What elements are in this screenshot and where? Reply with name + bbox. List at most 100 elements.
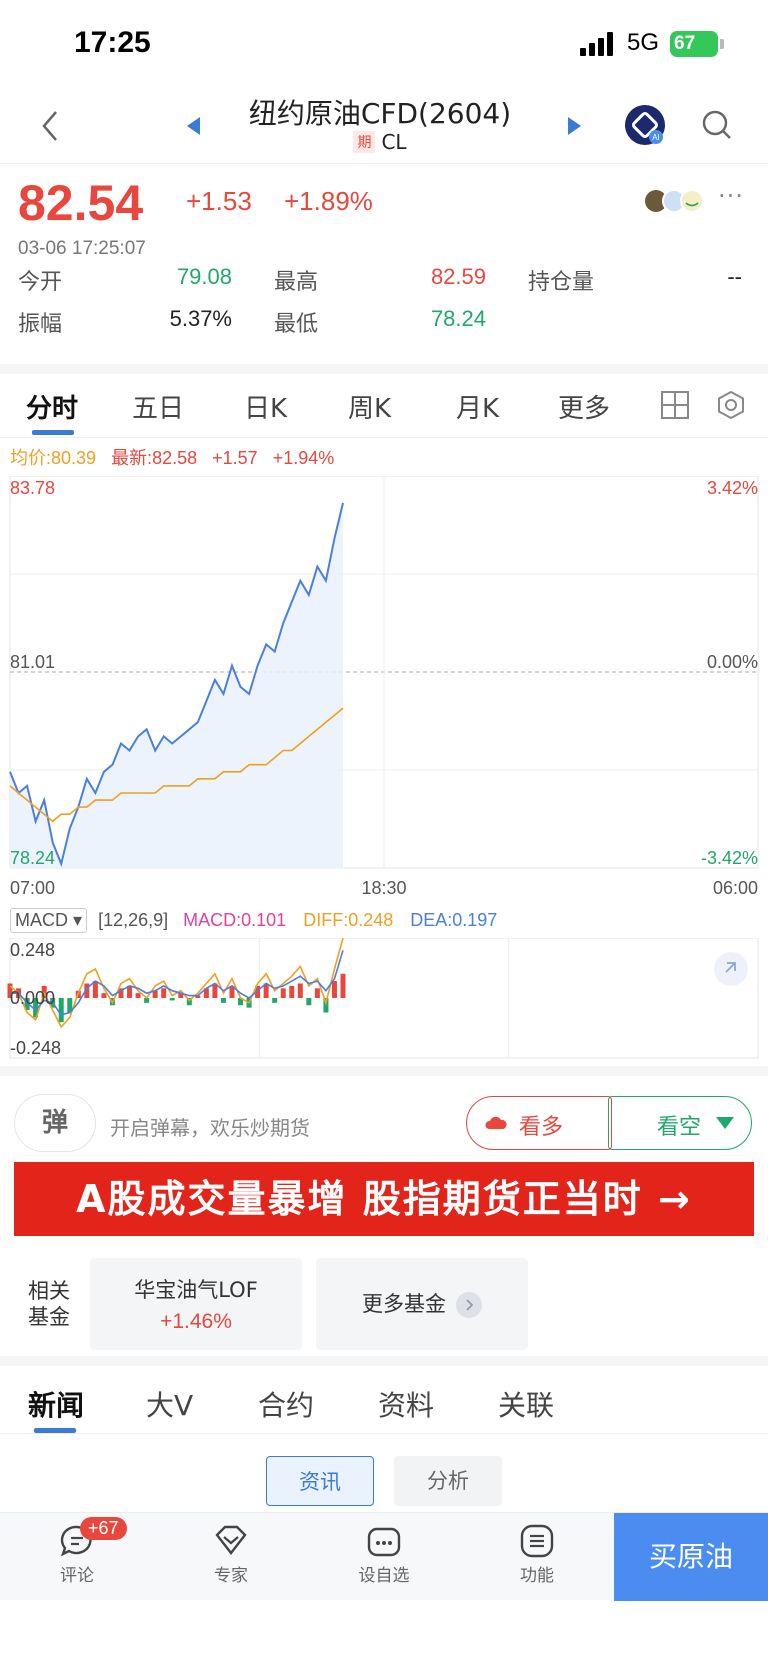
status-bar: 17:25 5G 67 — [0, 0, 768, 88]
x-tick-start: 07:00 — [10, 878, 55, 896]
macd-bar — [297, 983, 303, 998]
latest-price: 最新:82.58 — [111, 448, 198, 468]
user-avatars-icon[interactable] — [644, 186, 708, 216]
buy-button[interactable]: 买原油 — [614, 1513, 768, 1601]
y-tick-low: 78.24 — [10, 848, 55, 868]
futures-tag: 期 — [353, 131, 376, 153]
bearish-label: 看空 — [657, 1115, 702, 1140]
danmu-toggle[interactable]: 弹 — [14, 1094, 96, 1152]
status-time: 17:25 — [74, 26, 151, 59]
macd-chart[interactable]: 0.248 0.000 -0.248 — [0, 938, 768, 1060]
comment-badge: +67 — [80, 1517, 127, 1540]
svg-text:AI: AI — [652, 133, 660, 142]
stat-value-high: 82.59 — [430, 264, 486, 289]
bullish-button[interactable]: 看多 — [466, 1096, 612, 1150]
search-icon[interactable] — [700, 108, 734, 142]
menu-icon — [520, 1524, 554, 1558]
ai-assistant-icon[interactable]: AI — [624, 104, 666, 146]
stat-value-open: 79.08 — [176, 264, 232, 289]
stat-label-high: 最高 — [274, 270, 319, 295]
fund-card[interactable]: 华宝油气LOF +1.46% — [90, 1258, 302, 1350]
macd-bar — [340, 973, 346, 998]
price-area — [10, 502, 343, 868]
indicator-name: MACD — [15, 910, 68, 930]
tab-weekly-k[interactable]: 周K — [348, 388, 391, 425]
macd-tick-high: 0.248 — [10, 940, 55, 960]
macd-tick-zero: 0.000 — [10, 988, 55, 1008]
comment-button[interactable]: 评论 +67 — [42, 1517, 127, 1586]
signal-icon — [580, 32, 613, 56]
contract-symbol: CL — [381, 130, 407, 154]
function-button[interactable]: 功能 — [502, 1523, 572, 1586]
quote-panel: 82.54 +1.53 +1.89% ··· 03-06 17:25:07 今开… — [0, 164, 768, 374]
macd-header: MACD ▾ [12,26,9] MACD:0.101 DIFF:0.248 D… — [10, 908, 497, 933]
last-price: 82.54 — [18, 175, 144, 231]
news-tab-underline — [34, 1428, 76, 1433]
more-funds-card[interactable]: 更多基金 — [316, 1258, 528, 1350]
tab-daily-k[interactable]: 日K — [244, 388, 287, 425]
macd-tick-low: -0.248 — [10, 1038, 61, 1058]
prev-contract-icon[interactable] — [182, 114, 206, 138]
danmu-icon: 弹 — [41, 1108, 68, 1138]
y-tick-right-high: 3.42% — [707, 478, 758, 498]
macd-bar — [331, 981, 337, 998]
more-icon[interactable]: ··· — [718, 182, 744, 210]
tab-contract[interactable]: 合约 — [258, 1384, 314, 1424]
settings-icon[interactable] — [716, 390, 746, 420]
grid-icon[interactable] — [660, 390, 690, 420]
stat-value-amplitude: 5.37% — [169, 306, 232, 331]
add-watchlist-label: 设自选 — [358, 1566, 410, 1586]
segment-info[interactable]: 资讯 — [266, 1456, 374, 1506]
contract-title: 纽约原油CFD(2604) — [248, 97, 512, 130]
add-watchlist-button[interactable]: 设自选 — [349, 1523, 419, 1586]
bullish-label: 看多 — [519, 1115, 564, 1140]
indicator-select[interactable]: MACD ▾ — [10, 908, 88, 933]
price-change-pct: +1.89% — [284, 186, 373, 216]
stat-value-oi: -- — [727, 264, 742, 289]
more-funds-label: 更多基金 — [362, 1292, 446, 1316]
tab-big-v[interactable]: 大V — [146, 1384, 193, 1424]
tab-five-day[interactable]: 五日 — [132, 388, 184, 425]
stat-value-low: 78.24 — [430, 306, 486, 331]
comment-label: 评论 — [60, 1566, 94, 1586]
macd-bar — [280, 988, 286, 998]
price-change: +1.53 — [186, 186, 252, 216]
macd-bar — [289, 985, 295, 998]
contract-subtitle: 期 CL — [230, 130, 530, 154]
segment-analysis[interactable]: 分析 — [394, 1456, 502, 1506]
fund-name: 华宝油气LOF — [134, 1278, 258, 1302]
chevron-right-icon — [456, 1291, 482, 1318]
promo-banner[interactable]: A股成交量暴增 股指期货正当时 → — [14, 1162, 754, 1236]
tab-news[interactable]: 新闻 — [28, 1384, 84, 1424]
latest-change: +1.57 — [212, 448, 258, 468]
back-icon[interactable] — [36, 106, 66, 146]
next-contract-icon[interactable] — [562, 114, 586, 138]
nav-bar: 纽约原油CFD(2604) 期 CL AI — [0, 88, 768, 164]
expand-icon[interactable] — [714, 952, 748, 986]
tab-underline — [32, 430, 74, 435]
macd-bar — [306, 998, 312, 1006]
diff-value: DIFF:0.248 — [303, 910, 394, 930]
quote-timestamp: 03-06 17:25:07 — [18, 238, 146, 259]
macd-bar — [169, 998, 175, 1001]
y-tick-right-low: -3.42% — [701, 848, 758, 868]
expert-button[interactable]: 专家 — [196, 1523, 266, 1586]
danmu-placeholder[interactable]: 开启弹幕，欢乐炒期货 — [110, 1112, 310, 1141]
intraday-chart[interactable]: 83.78 81.01 78.24 3.42% 0.00% -3.42% 07:00 18:3… — [0, 476, 768, 896]
chart-period-tabs: 分时 五日 日K 周K 月K 更多 — [0, 374, 768, 438]
watchlist-icon — [367, 1527, 401, 1557]
expert-label: 专家 — [214, 1566, 248, 1586]
tab-intraday[interactable]: 分时 — [26, 388, 78, 425]
macd-value: MACD:0.101 — [183, 910, 287, 930]
tab-profile[interactable]: 资料 — [378, 1384, 434, 1424]
news-tabs: 新闻 大V 合约 资料 关联 — [0, 1376, 768, 1434]
tab-monthly-k[interactable]: 月K — [456, 388, 499, 425]
macd-bar — [272, 998, 278, 1003]
stat-label-amplitude: 振幅 — [18, 312, 63, 337]
bearish-button[interactable]: 看空 — [608, 1096, 752, 1150]
battery-tip — [720, 39, 724, 49]
tab-more[interactable]: 更多 — [558, 388, 610, 425]
cloud-up-icon — [485, 1116, 507, 1129]
tab-related[interactable]: 关联 — [498, 1384, 554, 1424]
stat-label-oi: 持仓量 — [528, 270, 595, 295]
